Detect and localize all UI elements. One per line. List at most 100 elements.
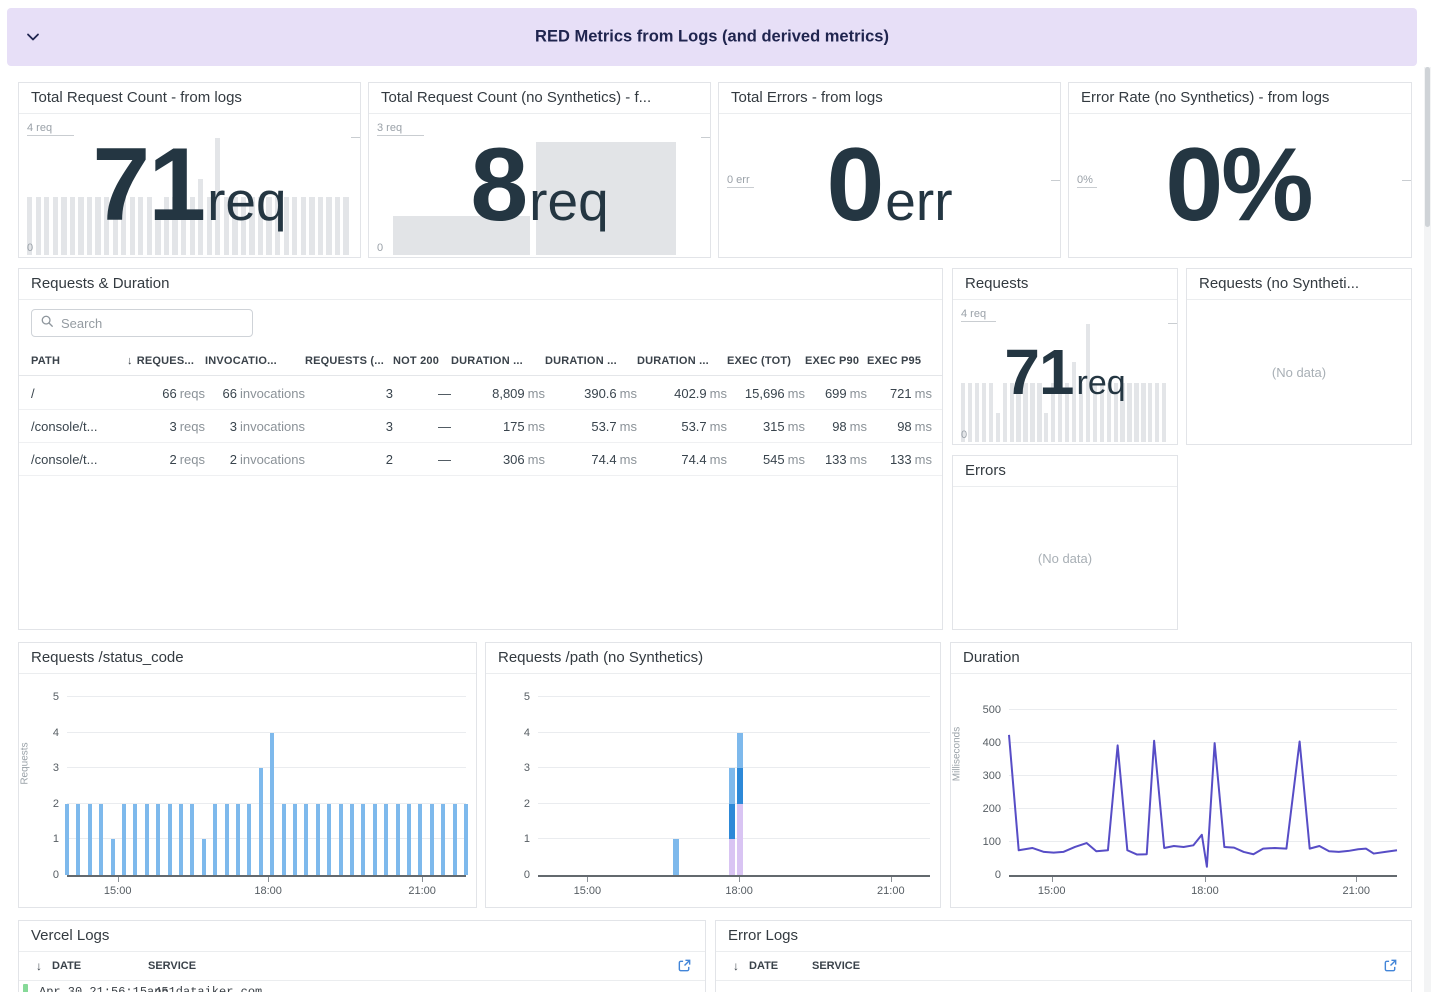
column-header[interactable]: EXEC P95	[867, 355, 932, 367]
axis-tick-right	[1051, 180, 1060, 181]
value-cell: 53.7ms	[637, 419, 727, 434]
y-tick-label: 5	[53, 691, 59, 703]
duration-chart-panel: Duration Milliseconds 010020030040050015…	[950, 642, 1412, 908]
y-tick-label: 100	[983, 836, 1001, 848]
status-code-plot[interactable]: 01234515:0018:0021:00	[67, 688, 466, 877]
no-data-message: (No data)	[953, 487, 1177, 629]
panel-title: Error Logs	[716, 921, 1411, 952]
column-header[interactable]: DURATION ...	[545, 355, 637, 367]
log-status-indicator	[23, 984, 28, 992]
y-tick-label: 300	[983, 770, 1001, 782]
value-cell: 74.4ms	[637, 452, 727, 467]
bar	[418, 804, 422, 875]
bar	[361, 804, 365, 875]
log-header-row: ↓ DATE SERVICE	[19, 952, 705, 981]
date-column-header[interactable]: DATE	[52, 960, 81, 972]
open-external-icon[interactable]	[677, 958, 693, 974]
path-plot[interactable]: 01234515:0018:0021:00	[538, 688, 930, 877]
y-tick-label: 0	[524, 869, 530, 881]
x-tick-label: 15:00	[1038, 885, 1066, 897]
table-row[interactable]: /console/t...3reqs3invocations3—175ms53.…	[19, 410, 942, 443]
y-axis-label: Milliseconds	[952, 726, 963, 780]
card-chart-area[interactable]: 3 req 0 8req	[369, 114, 710, 257]
bar	[282, 804, 286, 875]
value-cell: 545ms	[727, 452, 805, 467]
x-tick-label: 21:00	[1342, 885, 1370, 897]
value-cell: 3invocations	[205, 419, 305, 434]
stat-number: 71	[1004, 336, 1073, 408]
card-chart-area[interactable]: (No data)	[953, 487, 1177, 629]
axis-label-zero: 0	[377, 242, 383, 254]
scrollbar-track[interactable]	[1424, 67, 1431, 992]
table-row[interactable]: /console/t...2reqs2invocations2—306ms74.…	[19, 443, 942, 476]
y-tick-label: 0	[995, 869, 1001, 881]
scrollbar-thumb[interactable]	[1425, 67, 1430, 227]
card-chart-area[interactable]: 4 req 0 71req	[19, 114, 360, 257]
value-cell: 98ms	[867, 419, 932, 434]
value-cell: 15,696ms	[727, 386, 805, 401]
column-header[interactable]: INVOCATIO...	[205, 355, 305, 367]
panel-title: Vercel Logs	[19, 921, 705, 952]
value-cell: 3reqs	[127, 419, 205, 434]
column-header[interactable]: EXEC (TOT)	[727, 355, 805, 367]
x-tick-label: 18:00	[725, 885, 753, 897]
column-header[interactable]: DURATION ...	[451, 355, 545, 367]
stat-unit: req	[1077, 364, 1126, 402]
open-external-icon[interactable]	[1383, 958, 1399, 974]
card-chart-area[interactable]: 0% 0%	[1069, 114, 1411, 257]
requests-status-code-chart-panel: Requests /status_code Requests 01234515:…	[18, 642, 477, 908]
axis-label-max: 4 req	[961, 308, 996, 322]
date-column-header[interactable]: DATE	[749, 960, 778, 972]
bar	[168, 804, 172, 875]
y-tick-label: 4	[524, 727, 530, 739]
value-cell: —	[393, 419, 451, 434]
axis-label-zero: 0%	[1077, 174, 1097, 188]
value-cell: 133ms	[867, 452, 932, 467]
column-header[interactable]: ↓REQUES...	[127, 355, 205, 367]
column-header[interactable]: DURATION ...	[637, 355, 727, 367]
x-tick-label: 18:00	[254, 885, 282, 897]
y-axis-label: Requests	[20, 742, 31, 784]
bar	[247, 804, 251, 875]
card-chart-area[interactable]: 4 req 0 71req	[953, 300, 1177, 444]
x-tick-label: 21:00	[408, 885, 436, 897]
bar	[407, 804, 411, 875]
no-data-message: (No data)	[1187, 300, 1411, 444]
bar	[145, 804, 149, 875]
column-header[interactable]: NOT 200	[393, 355, 451, 367]
duration-plot[interactable]: 010020030040050015:0018:0021:00	[1009, 692, 1397, 877]
table-row[interactable]: /66reqs66invocations3—8,809ms390.6ms402.…	[19, 377, 942, 410]
bar	[111, 839, 115, 875]
log-row[interactable]: Apr 30 21:56:15.451 app.dataiker.com	[19, 981, 705, 992]
y-tick-label: 1	[53, 833, 59, 845]
bar	[190, 804, 194, 875]
column-header[interactable]: REQUESTS (...	[305, 355, 393, 367]
bar	[122, 804, 126, 875]
card-chart-area[interactable]: (No data)	[1187, 300, 1411, 444]
sort-descending-icon[interactable]: ↓	[36, 959, 42, 973]
card-chart-area[interactable]: 0 err 0err	[719, 114, 1060, 257]
y-tick-label: 2	[53, 798, 59, 810]
search-box[interactable]	[31, 309, 253, 337]
dashboard-page: RED Metrics from Logs (and derived metri…	[0, 0, 1431, 992]
group-title: RED Metrics from Logs (and derived metri…	[7, 28, 1417, 47]
column-header[interactable]: EXEC P90	[805, 355, 867, 367]
bar	[179, 804, 183, 875]
service-column-header[interactable]: SERVICE	[148, 960, 196, 972]
stat-number: 8	[470, 127, 526, 243]
bar	[293, 804, 297, 875]
bar	[430, 804, 434, 875]
panel-title: Duration	[951, 643, 1411, 674]
group-header[interactable]: RED Metrics from Logs (and derived metri…	[7, 8, 1417, 66]
value-cell: 390.6ms	[545, 386, 637, 401]
stat-value: 0%	[1069, 114, 1411, 257]
service-column-header[interactable]: SERVICE	[812, 960, 860, 972]
sort-descending-icon[interactable]: ↓	[733, 959, 739, 973]
bar	[316, 804, 320, 875]
bar	[88, 804, 92, 875]
y-tick-label: 1	[524, 833, 530, 845]
column-header[interactable]: PATH	[31, 355, 127, 367]
axis-tick-right	[351, 137, 360, 138]
table-header-row: PATH↓REQUES...INVOCATIO...REQUESTS (...N…	[19, 346, 942, 376]
search-input[interactable]	[61, 316, 244, 331]
